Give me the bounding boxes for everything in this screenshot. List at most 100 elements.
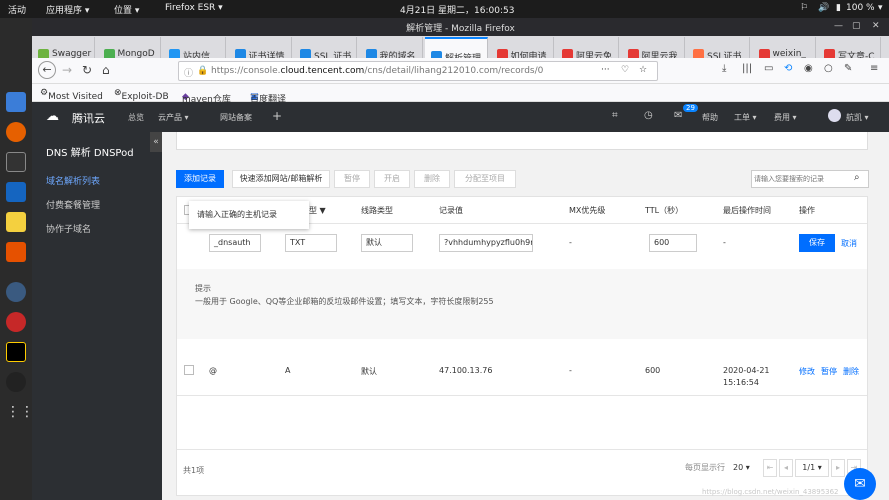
prev-page-button[interactable]: ◂ <box>779 459 793 477</box>
delete-button[interactable]: 删除 <box>414 170 450 188</box>
value-field[interactable]: ?vhhdumhypyzflu0h9m <box>439 234 533 252</box>
row-line: 默认 <box>361 367 377 376</box>
add-shortcut-icon[interactable]: + <box>272 109 282 123</box>
page-actions-icon[interactable]: ··· <box>601 65 610 75</box>
nav-filing[interactable]: 网站备案 <box>220 112 252 123</box>
assign-project-button[interactable]: 分配至项目 <box>454 170 516 188</box>
page-select[interactable]: 1/1 ▾ <box>795 459 829 477</box>
firefox-icon[interactable] <box>6 122 26 142</box>
logo-text[interactable]: 腾讯云 <box>72 110 105 126</box>
sidebar-item-packages[interactable]: 付费套餐管理 <box>46 198 100 211</box>
enable-button[interactable]: 开启 <box>374 170 410 188</box>
search-box: ⌕ <box>751 170 869 188</box>
reload-icon[interactable]: ↻ <box>82 63 92 77</box>
header-value: 记录值 <box>439 206 463 215</box>
search-icon[interactable]: ⌕ <box>854 172 860 183</box>
row-host: @ <box>209 366 217 375</box>
web-page: ☁ 腾讯云 总览 云产品 ▾ 网站备案 + ⌗ ◷ ✉ 29 帮助 工单 ▾ 费… <box>32 102 889 500</box>
sidebar-item-subdomains[interactable]: 协作子域名 <box>46 222 91 235</box>
lock-icon[interactable]: 🔒 <box>197 66 208 76</box>
ide-icon[interactable] <box>6 342 26 362</box>
next-page-button[interactable]: ▸ <box>831 459 845 477</box>
page-size-select[interactable]: 20 ▾ <box>733 463 750 472</box>
chat-support-icon[interactable]: ✉ <box>844 468 876 500</box>
nav-help[interactable]: 帮助 <box>702 112 718 123</box>
back-icon[interactable]: ← <box>38 61 56 79</box>
pause-button[interactable]: 暂停 <box>334 170 370 188</box>
bookmark-label: Exploit-DB <box>121 92 169 102</box>
url-bar[interactable]: ⓘ 🔒 https://console.cloud.tencent.com/cn… <box>178 61 658 81</box>
first-page-button[interactable]: ⇤ <box>763 459 777 477</box>
cancel-button[interactable]: 取消 <box>841 238 857 249</box>
url-domain: cloud.tencent.com <box>280 66 365 76</box>
metasploit-icon[interactable] <box>6 182 26 202</box>
file-manager-icon[interactable] <box>6 92 26 112</box>
battery-icon[interactable]: ▮ <box>836 3 841 13</box>
extension-icon[interactable]: ◉ <box>804 63 813 74</box>
qr-icon[interactable]: ⌗ <box>612 110 618 121</box>
avatar[interactable] <box>828 109 841 122</box>
bookmark-most-visited[interactable]: ⚙ Most Visited <box>40 88 103 102</box>
sync-icon[interactable]: ⟲ <box>784 63 792 74</box>
firefox-app-menu[interactable]: Firefox ESR ▾ <box>165 3 223 13</box>
add-record-button[interactable]: 添加记录 <box>176 170 224 188</box>
bookmark-star-icon[interactable]: ☆ <box>639 65 647 75</box>
extension3-icon[interactable]: ✎ <box>844 63 852 74</box>
search-input[interactable] <box>754 172 849 186</box>
type-select[interactable]: TXT <box>285 234 337 252</box>
delete-link[interactable]: 删除 <box>843 366 859 377</box>
nav-tickets[interactable]: 工单 ▾ <box>734 112 757 123</box>
quick-add-button[interactable]: 快速添加网站/邮箱解析 <box>232 170 330 188</box>
host-field[interactable]: _dnsauth <box>209 234 261 252</box>
home-icon[interactable]: ⌂ <box>102 63 110 77</box>
clock[interactable]: 4月21日 星期二，16:00:53 <box>400 3 514 16</box>
window-titlebar: 解析管理 - Mozilla Firefox — ▢ ✕ <box>32 18 889 36</box>
row-checkbox[interactable] <box>184 365 194 375</box>
network-icon[interactable]: ⚐ <box>800 3 808 13</box>
extension2-icon[interactable]: ○ <box>824 63 833 74</box>
downloads-icon[interactable]: ⤓ <box>722 63 726 74</box>
info-panel <box>176 132 868 150</box>
line-select[interactable]: 默认 <box>361 234 413 252</box>
terminal-icon[interactable] <box>6 152 26 172</box>
edit-link[interactable]: 修改 <box>799 366 815 377</box>
nav-overview[interactable]: 总览 <box>128 112 144 123</box>
show-apps-icon[interactable]: ⋮⋮ <box>6 404 34 424</box>
nav-user[interactable]: 航凯 ▾ <box>846 112 869 123</box>
eye-icon[interactable] <box>6 282 26 302</box>
collapse-sidebar-button[interactable]: « <box>150 132 162 152</box>
info-icon[interactable]: ⓘ <box>184 66 193 79</box>
library-icon[interactable]: ||| <box>742 63 752 74</box>
ttl-field[interactable]: 600 <box>649 234 697 252</box>
maximize-icon[interactable]: ▢ <box>852 21 861 31</box>
url-prefix: https://console. <box>211 66 281 76</box>
nav-billing[interactable]: 费用 ▾ <box>774 112 797 123</box>
sidebar-item-records[interactable]: 域名解析列表 <box>46 174 100 187</box>
sidebar-icon[interactable]: ▭ <box>764 63 773 74</box>
minimize-icon[interactable]: — <box>834 21 843 31</box>
applications-menu[interactable]: 应用程序 ▾ <box>46 3 89 16</box>
volume-icon[interactable]: 🔊 <box>818 3 829 13</box>
firefox-window: 解析管理 - Mozilla Firefox — ▢ ✕ Swagger Mong… <box>32 18 889 500</box>
filter-icon[interactable]: ▼ <box>320 206 326 215</box>
qq-icon[interactable] <box>6 372 26 392</box>
system-menu-icon[interactable]: ▾ <box>878 3 883 13</box>
activities-button[interactable]: 活动 <box>8 3 26 16</box>
pause-link[interactable]: 暂停 <box>821 366 837 377</box>
menu-icon[interactable]: ≡ <box>870 63 878 74</box>
nav-products[interactable]: 云产品 ▾ <box>158 112 189 123</box>
save-button[interactable]: 保存 <box>799 234 835 252</box>
cherry-icon[interactable] <box>6 312 26 332</box>
cloud-logo-icon[interactable]: ☁ <box>46 109 59 124</box>
footer-divider <box>177 449 867 450</box>
close-icon[interactable]: ✕ <box>872 21 880 31</box>
history-icon[interactable]: ◷ <box>644 110 653 121</box>
pocket-icon[interactable]: ♡ <box>621 65 629 75</box>
forward-icon[interactable]: → <box>62 63 72 77</box>
notes-icon[interactable] <box>6 212 26 232</box>
bookmark-exploit-db[interactable]: ⊗ Exploit-DB <box>114 88 169 102</box>
places-menu[interactable]: 位置 ▾ <box>114 3 139 16</box>
csdn-watermark: https://blog.csdn.net/weixin_43895362 <box>702 488 839 496</box>
burp-icon[interactable] <box>6 242 26 262</box>
mail-icon[interactable]: ✉ <box>674 110 682 121</box>
